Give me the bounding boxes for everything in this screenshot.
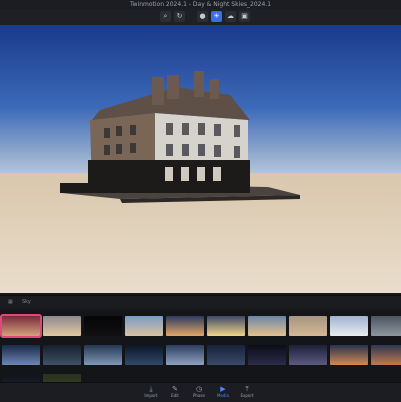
sky-thumbnail[interactable] xyxy=(166,345,204,365)
window-title: Twinmotion 2024.1 - Day & Night Skies_20… xyxy=(0,0,401,9)
sky-thumbnail[interactable] xyxy=(248,345,286,365)
import-icon: ⤓ xyxy=(149,385,153,393)
dock-edit-button[interactable]: ✎ Edit xyxy=(165,385,185,399)
3d-viewport[interactable] xyxy=(0,25,401,293)
sky-thumbnail[interactable] xyxy=(371,345,401,365)
weather-icon[interactable]: ☁ xyxy=(225,11,236,22)
sky-thumbnail[interactable] xyxy=(84,316,122,336)
sky-thumbnail-strip xyxy=(0,310,401,382)
dock-label: Edit xyxy=(171,393,179,398)
sphere-icon[interactable]: ● xyxy=(197,11,208,22)
export-icon: ⤒ xyxy=(245,385,249,393)
media-icon: ▶ xyxy=(220,385,226,393)
edit-icon: ✎ xyxy=(172,385,178,393)
sky-thumbnail[interactable] xyxy=(289,345,327,365)
sky-thumbnail[interactable] xyxy=(289,316,327,336)
viewport-toolbar: ⌕ ↻ ● ☀ ☁ ▣ xyxy=(0,9,401,26)
dock-export-button[interactable]: ⤒ Export xyxy=(237,385,257,399)
dock-label: Phase xyxy=(193,393,205,398)
sky-thumbnail[interactable] xyxy=(207,345,245,365)
sky-thumbnail[interactable] xyxy=(125,345,163,365)
dock-label: Media xyxy=(216,393,229,398)
sky-thumbnail[interactable] xyxy=(166,316,204,336)
sky-thumbnail[interactable] xyxy=(330,345,368,365)
sky-thumbnail[interactable] xyxy=(2,345,40,365)
dock-label: Import xyxy=(144,393,158,398)
camera-icon[interactable]: ▣ xyxy=(239,11,250,22)
phase-icon: ◷ xyxy=(195,385,203,393)
sky-thumbnail[interactable] xyxy=(330,316,368,336)
sky-thumbnail[interactable] xyxy=(125,316,163,336)
sky-thumbnail[interactable] xyxy=(248,316,286,336)
dock-import-button[interactable]: ⤓ Import xyxy=(141,385,161,399)
dock-phase-button[interactable]: ◷ Phase xyxy=(189,385,209,399)
dock-media-button[interactable]: ▶ Media xyxy=(213,385,233,399)
sun-icon[interactable]: ☀ xyxy=(211,11,222,22)
sky-thumbnail[interactable] xyxy=(43,345,81,365)
navigate-icon[interactable]: ↻ xyxy=(174,11,185,22)
dock-label: Export xyxy=(240,393,254,398)
library-header: ▦ Sky xyxy=(0,295,401,308)
sky-thumbnail[interactable] xyxy=(371,316,401,336)
select-icon[interactable]: ⌕ xyxy=(160,11,171,22)
sky-thumbnail[interactable] xyxy=(0,314,42,338)
bottom-dock: ⤓ Import ✎ Edit ◷ Phase ▶ Media ⤒ Export xyxy=(0,382,401,402)
grid-icon[interactable]: ▦ xyxy=(8,296,13,308)
sky-thumbnail[interactable] xyxy=(2,374,40,382)
sky-thumbnail[interactable] xyxy=(84,345,122,365)
sky-thumbnail[interactable] xyxy=(43,316,81,336)
section-label: Sky xyxy=(22,299,31,305)
sky-thumbnail[interactable] xyxy=(207,316,245,336)
sky-thumbnail[interactable] xyxy=(43,374,81,382)
